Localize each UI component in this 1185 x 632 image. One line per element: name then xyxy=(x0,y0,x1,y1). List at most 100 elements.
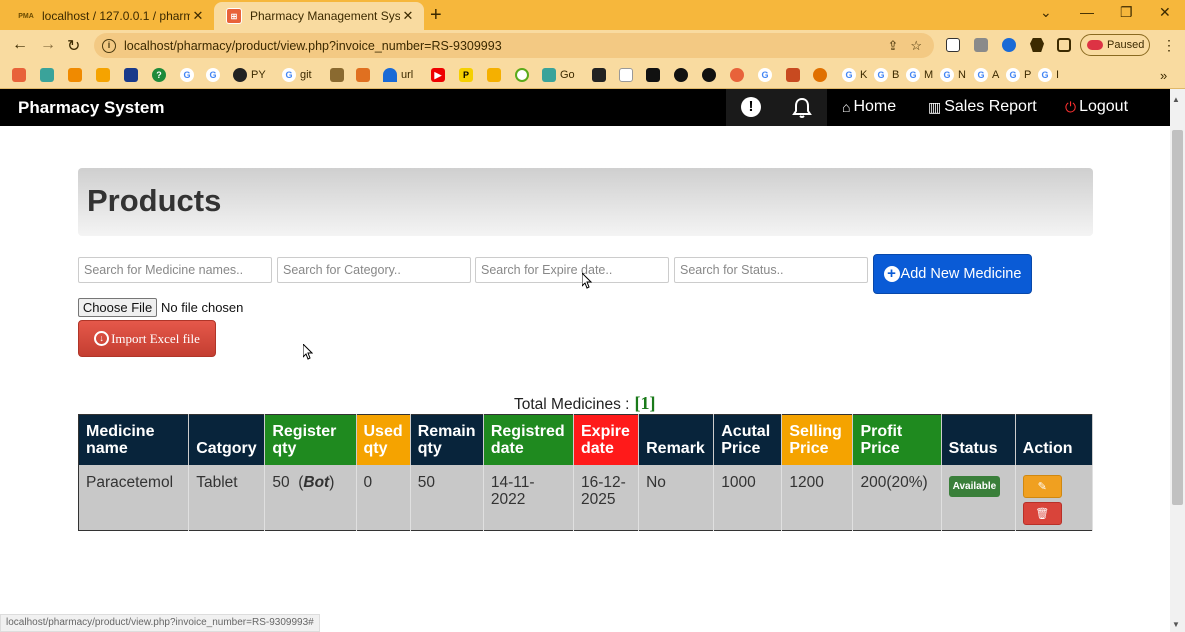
nav-sales-report-link[interactable]: ▥ Sales Report xyxy=(928,98,1037,116)
add-new-medicine-button[interactable]: + Add New Medicine xyxy=(873,254,1032,294)
bookmark-item[interactable] xyxy=(124,67,142,83)
extension-icon[interactable] xyxy=(1002,38,1016,52)
column-header-category: Catgory xyxy=(188,414,266,465)
cell-expire-date: 16-12-2025 xyxy=(573,464,640,531)
bookmark-item[interactable] xyxy=(356,67,374,83)
bookmark-item[interactable] xyxy=(619,67,637,83)
side-panel-icon[interactable] xyxy=(1057,38,1071,52)
bookmark-item[interactable]: ? xyxy=(152,67,170,83)
column-header-actual-price: Acutal Price xyxy=(713,414,783,465)
bell-icon[interactable] xyxy=(790,96,814,120)
edit-button[interactable]: ✎ xyxy=(1022,474,1062,498)
scroll-up-icon[interactable]: ▲ xyxy=(1172,95,1180,104)
bookmark-item[interactable]: G xyxy=(180,67,198,83)
status-search-input[interactable] xyxy=(674,257,868,283)
reload-icon[interactable]: ↻ xyxy=(67,36,80,56)
bookmark-item[interactable] xyxy=(330,67,348,83)
bookmark-n[interactable]: GN xyxy=(940,67,966,83)
nav-logout-link[interactable]: ⏻ Logout xyxy=(1065,98,1128,116)
bookmark-item[interactable] xyxy=(786,67,804,83)
delete-button[interactable]: 🗑 xyxy=(1022,501,1062,525)
profile-status-label: Paused xyxy=(1107,39,1145,51)
expire-date-search-input[interactable] xyxy=(475,257,669,283)
cell-category: Tablet xyxy=(188,464,266,531)
bookmark-label: N xyxy=(958,69,966,81)
bookmark-youtube[interactable]: ▶ xyxy=(431,67,449,83)
bookmark-icon xyxy=(68,68,82,82)
bookmark-icon xyxy=(383,68,397,82)
share-icon[interactable]: ⇪ xyxy=(887,38,898,54)
bookmark-item[interactable]: P xyxy=(459,67,477,83)
cell-actual-price: 1000 xyxy=(713,464,783,531)
puzzle-extensions-icon[interactable] xyxy=(1030,38,1044,52)
nav-home-label: Home xyxy=(853,98,897,115)
total-medicines-label: Total Medicines : xyxy=(514,396,630,413)
bookmark-go[interactable]: Go xyxy=(542,67,575,83)
panda-extension-icon[interactable] xyxy=(946,38,960,52)
site-info-icon[interactable]: i xyxy=(102,38,116,53)
cell-register-qty: 50 (Bot) xyxy=(264,464,357,531)
category-search-input[interactable] xyxy=(277,257,471,283)
tab-search-chevron-icon[interactable]: ⌄ xyxy=(1040,4,1052,21)
bookmark-star-icon[interactable]: ☆ xyxy=(910,38,922,54)
bookmark-m[interactable]: GM xyxy=(906,67,933,83)
browser-tab-phpmyadmin[interactable]: PMA localhost / 127.0.0.1 / pharmacy ✕ xyxy=(6,2,214,30)
cell-status: Available xyxy=(941,464,1016,531)
more-bookmarks-icon[interactable]: » xyxy=(1160,67,1167,83)
bookmark-item[interactable]: G xyxy=(206,67,224,83)
file-status-text: No file chosen xyxy=(161,300,244,315)
bookmark-item[interactable] xyxy=(813,67,831,83)
bookmark-k[interactable]: GK xyxy=(842,67,867,83)
medicine-name-search-input[interactable] xyxy=(78,257,272,283)
bookmark-item[interactable] xyxy=(96,67,114,83)
bookmark-label: Go xyxy=(560,69,575,81)
scroll-down-icon[interactable]: ▼ xyxy=(1172,620,1180,629)
bookmark-item[interactable] xyxy=(515,67,533,83)
url-text[interactable]: localhost/pharmacy/product/view.php?invo… xyxy=(124,39,887,53)
cell-remark: No xyxy=(638,464,715,531)
bookmark-git[interactable]: Ggit xyxy=(282,67,312,83)
window-close-icon[interactable]: ✕ xyxy=(1159,4,1171,21)
import-excel-button[interactable]: ↓ Import Excel file xyxy=(78,320,216,357)
nav-home-link[interactable]: ⌂ Home xyxy=(842,98,896,116)
bookmark-item[interactable] xyxy=(487,67,505,83)
bookmark-item[interactable] xyxy=(40,67,58,83)
brand-title[interactable]: Pharmacy System xyxy=(18,98,164,118)
cell-action: ✎ 🗑 xyxy=(1015,464,1094,531)
extension-icon[interactable] xyxy=(974,38,988,52)
bookmark-b[interactable]: GB xyxy=(874,67,899,83)
browser-menu-icon[interactable]: ⋮ xyxy=(1162,37,1176,54)
bookmark-label: git xyxy=(300,69,312,81)
bookmark-item[interactable] xyxy=(68,67,86,83)
bookmark-p[interactable]: GP xyxy=(1006,67,1031,83)
address-bar[interactable]: i localhost/pharmacy/product/view.php?in… xyxy=(94,33,934,58)
bookmark-item[interactable] xyxy=(674,67,692,83)
column-header-action: Action xyxy=(1015,414,1094,465)
bookmark-item[interactable] xyxy=(646,67,664,83)
browser-tab-pharmacy[interactable]: ⊞ Pharmacy Management System ✕ xyxy=(214,2,424,30)
home-icon: ⌂ xyxy=(842,99,851,115)
choose-file-button[interactable]: Choose File xyxy=(78,298,157,317)
restore-icon[interactable]: ❐ xyxy=(1120,4,1133,21)
back-arrow-icon[interactable]: ← xyxy=(12,36,28,54)
bookmark-github[interactable]: PY xyxy=(233,67,266,83)
bookmark-item[interactable] xyxy=(592,67,610,83)
bookmark-item[interactable]: G xyxy=(758,67,776,83)
profile-button[interactable]: Paused xyxy=(1080,34,1150,56)
bookmark-item[interactable] xyxy=(730,67,748,83)
bookmark-i[interactable]: GI xyxy=(1038,67,1059,83)
forward-arrow-icon[interactable]: → xyxy=(40,36,56,54)
power-icon: ⏻ xyxy=(1065,98,1077,115)
bookmark-url[interactable]: url xyxy=(383,67,413,83)
scrollbar-thumb[interactable] xyxy=(1172,130,1183,505)
alert-icon[interactable]: ! xyxy=(741,97,761,117)
bookmark-item[interactable] xyxy=(12,67,30,83)
minimize-icon[interactable]: — xyxy=(1080,4,1094,20)
bookmark-item[interactable] xyxy=(702,67,720,83)
close-tab-icon[interactable]: ✕ xyxy=(400,8,416,24)
column-header-profit-price: Profit Price xyxy=(852,414,942,465)
new-tab-icon[interactable]: + xyxy=(430,4,442,27)
bookmark-a[interactable]: GA xyxy=(974,67,999,83)
close-tab-icon[interactable]: ✕ xyxy=(190,8,206,24)
bookmark-icon xyxy=(124,68,138,82)
